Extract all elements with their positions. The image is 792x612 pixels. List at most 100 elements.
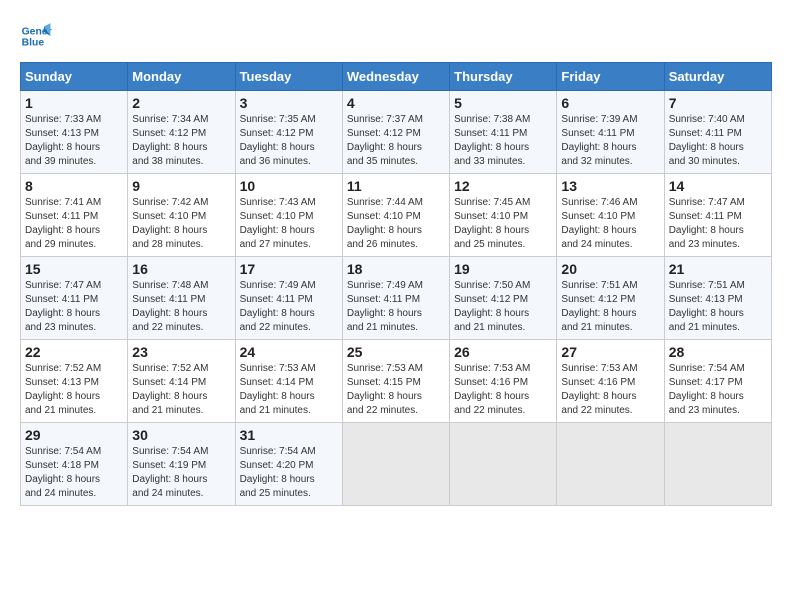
calendar-week-3: 15 Sunrise: 7:47 AM Sunset: 4:11 PM Dayli…: [21, 257, 772, 340]
day-number: 21: [669, 261, 767, 277]
calendar-cell: 24 Sunrise: 7:53 AM Sunset: 4:14 PM Dayli…: [235, 340, 342, 423]
calendar-week-4: 22 Sunrise: 7:52 AM Sunset: 4:13 PM Dayli…: [21, 340, 772, 423]
day-number: 15: [25, 261, 123, 277]
day-number: 2: [132, 95, 230, 111]
day-info: Sunrise: 7:50 AM Sunset: 4:12 PM Dayligh…: [454, 279, 552, 335]
day-number: 23: [132, 344, 230, 360]
day-info: Sunrise: 7:38 AM Sunset: 4:11 PM Dayligh…: [454, 113, 552, 169]
calendar-cell: 30 Sunrise: 7:54 AM Sunset: 4:19 PM Dayli…: [128, 423, 235, 506]
calendar-cell: 9 Sunrise: 7:42 AM Sunset: 4:10 PM Daylig…: [128, 174, 235, 257]
calendar-cell: [664, 423, 771, 506]
day-info: Sunrise: 7:37 AM Sunset: 4:12 PM Dayligh…: [347, 113, 445, 169]
day-info: Sunrise: 7:52 AM Sunset: 4:13 PM Dayligh…: [25, 362, 123, 418]
calendar-cell: 10Sunrise: 7:43 AM Sunset: 4:10 PM Dayli…: [235, 174, 342, 257]
day-number: 18: [347, 261, 445, 277]
day-number: 31: [240, 427, 338, 443]
calendar-cell: 27 Sunrise: 7:53 AM Sunset: 4:16 PM Dayli…: [557, 340, 664, 423]
day-info: Sunrise: 7:35 AM Sunset: 4:12 PM Dayligh…: [240, 113, 338, 169]
calendar-cell: [342, 423, 449, 506]
calendar-cell: 18 Sunrise: 7:49 AM Sunset: 4:11 PM Dayli…: [342, 257, 449, 340]
calendar-cell: 3 Sunrise: 7:35 AM Sunset: 4:12 PM Daylig…: [235, 91, 342, 174]
day-info: Sunrise: 7:53 AM Sunset: 4:16 PM Dayligh…: [561, 362, 659, 418]
day-info: Sunrise: 7:52 AM Sunset: 4:14 PM Dayligh…: [132, 362, 230, 418]
day-number: 29: [25, 427, 123, 443]
day-number: 8: [25, 178, 123, 194]
page-header: General Blue: [20, 20, 772, 52]
day-info: Sunrise: 7:49 AM Sunset: 4:11 PM Dayligh…: [347, 279, 445, 335]
calendar-cell: 31 Sunrise: 7:54 AM Sunset: 4:20 PM Dayli…: [235, 423, 342, 506]
day-info: Sunrise: 7:54 AM Sunset: 4:20 PM Dayligh…: [240, 445, 338, 501]
calendar-cell: 22 Sunrise: 7:52 AM Sunset: 4:13 PM Dayli…: [21, 340, 128, 423]
day-number: 22: [25, 344, 123, 360]
day-number: 12: [454, 178, 552, 194]
day-header-monday: Monday: [128, 63, 235, 91]
day-info: Sunrise: 7:54 AM Sunset: 4:17 PM Dayligh…: [669, 362, 767, 418]
day-info: Sunrise: 7:46 AM Sunset: 4:10 PM Dayligh…: [561, 196, 659, 252]
day-info: Sunrise: 7:53 AM Sunset: 4:15 PM Dayligh…: [347, 362, 445, 418]
day-info: Sunrise: 7:51 AM Sunset: 4:13 PM Dayligh…: [669, 279, 767, 335]
day-info: Sunrise: 7:45 AM Sunset: 4:10 PM Dayligh…: [454, 196, 552, 252]
calendar-cell: 12 Sunrise: 7:45 AM Sunset: 4:10 PM Dayli…: [450, 174, 557, 257]
calendar-cell: 28 Sunrise: 7:54 AM Sunset: 4:17 PM Dayli…: [664, 340, 771, 423]
day-header-saturday: Saturday: [664, 63, 771, 91]
day-info: Sunrise: 7:39 AM Sunset: 4:11 PM Dayligh…: [561, 113, 659, 169]
svg-text:Blue: Blue: [22, 38, 45, 49]
day-info: Sunrise: 7:47 AM Sunset: 4:11 PM Dayligh…: [25, 279, 123, 335]
day-number: 13: [561, 178, 659, 194]
day-number: 30: [132, 427, 230, 443]
day-info: Sunrise: 7:53 AM Sunset: 4:14 PM Dayligh…: [240, 362, 338, 418]
calendar-cell: 13 Sunrise: 7:46 AM Sunset: 4:10 PM Dayli…: [557, 174, 664, 257]
calendar-cell: 8Sunrise: 7:41 AM Sunset: 4:11 PM Daylig…: [21, 174, 128, 257]
day-info: Sunrise: 7:49 AM Sunset: 4:11 PM Dayligh…: [240, 279, 338, 335]
day-header-tuesday: Tuesday: [235, 63, 342, 91]
day-number: 28: [669, 344, 767, 360]
calendar-cell: 20Sunrise: 7:51 AM Sunset: 4:12 PM Dayli…: [557, 257, 664, 340]
day-number: 11: [347, 178, 445, 194]
day-info: Sunrise: 7:47 AM Sunset: 4:11 PM Dayligh…: [669, 196, 767, 252]
calendar-cell: 6 Sunrise: 7:39 AM Sunset: 4:11 PM Daylig…: [557, 91, 664, 174]
day-info: Sunrise: 7:54 AM Sunset: 4:18 PM Dayligh…: [25, 445, 123, 501]
calendar-cell: 17Sunrise: 7:49 AM Sunset: 4:11 PM Dayli…: [235, 257, 342, 340]
day-info: Sunrise: 7:44 AM Sunset: 4:10 PM Dayligh…: [347, 196, 445, 252]
day-info: Sunrise: 7:40 AM Sunset: 4:11 PM Dayligh…: [669, 113, 767, 169]
calendar-cell: 26 Sunrise: 7:53 AM Sunset: 4:16 PM Dayli…: [450, 340, 557, 423]
day-info: Sunrise: 7:42 AM Sunset: 4:10 PM Dayligh…: [132, 196, 230, 252]
calendar-week-1: 1Sunrise: 7:33 AM Sunset: 4:13 PM Daylig…: [21, 91, 772, 174]
day-info: Sunrise: 7:51 AM Sunset: 4:12 PM Dayligh…: [561, 279, 659, 335]
calendar-cell: 1Sunrise: 7:33 AM Sunset: 4:13 PM Daylig…: [21, 91, 128, 174]
day-info: Sunrise: 7:53 AM Sunset: 4:16 PM Dayligh…: [454, 362, 552, 418]
day-header-sunday: Sunday: [21, 63, 128, 91]
calendar-cell: 21 Sunrise: 7:51 AM Sunset: 4:13 PM Dayli…: [664, 257, 771, 340]
day-number: 9: [132, 178, 230, 194]
day-info: Sunrise: 7:43 AM Sunset: 4:10 PM Dayligh…: [240, 196, 338, 252]
day-info: Sunrise: 7:54 AM Sunset: 4:19 PM Dayligh…: [132, 445, 230, 501]
day-number: 14: [669, 178, 767, 194]
calendar-cell: 29 Sunrise: 7:54 AM Sunset: 4:18 PM Dayli…: [21, 423, 128, 506]
day-number: 24: [240, 344, 338, 360]
day-number: 16: [132, 261, 230, 277]
day-info: Sunrise: 7:48 AM Sunset: 4:11 PM Dayligh…: [132, 279, 230, 335]
day-number: 25: [347, 344, 445, 360]
day-number: 6: [561, 95, 659, 111]
calendar-cell: 4Sunrise: 7:37 AM Sunset: 4:12 PM Daylig…: [342, 91, 449, 174]
calendar-cell: 25 Sunrise: 7:53 AM Sunset: 4:15 PM Dayli…: [342, 340, 449, 423]
calendar-cell: 5 Sunrise: 7:38 AM Sunset: 4:11 PM Daylig…: [450, 91, 557, 174]
calendar-cell: 23 Sunrise: 7:52 AM Sunset: 4:14 PM Dayli…: [128, 340, 235, 423]
calendar-cell: 11 Sunrise: 7:44 AM Sunset: 4:10 PM Dayli…: [342, 174, 449, 257]
calendar-cell: 14 Sunrise: 7:47 AM Sunset: 4:11 PM Dayli…: [664, 174, 771, 257]
day-number: 27: [561, 344, 659, 360]
calendar-cell: 19 Sunrise: 7:50 AM Sunset: 4:12 PM Dayli…: [450, 257, 557, 340]
calendar-cell: 7Sunrise: 7:40 AM Sunset: 4:11 PM Daylig…: [664, 91, 771, 174]
calendar-cell: [450, 423, 557, 506]
day-number: 5: [454, 95, 552, 111]
day-number: 19: [454, 261, 552, 277]
calendar-header-row: SundayMondayTuesdayWednesdayThursdayFrid…: [21, 63, 772, 91]
calendar-cell: 2Sunrise: 7:34 AM Sunset: 4:12 PM Daylig…: [128, 91, 235, 174]
calendar-cell: 16 Sunrise: 7:48 AM Sunset: 4:11 PM Dayli…: [128, 257, 235, 340]
logo-icon: General Blue: [20, 20, 52, 52]
day-header-friday: Friday: [557, 63, 664, 91]
day-header-wednesday: Wednesday: [342, 63, 449, 91]
day-number: 3: [240, 95, 338, 111]
day-number: 26: [454, 344, 552, 360]
day-header-thursday: Thursday: [450, 63, 557, 91]
